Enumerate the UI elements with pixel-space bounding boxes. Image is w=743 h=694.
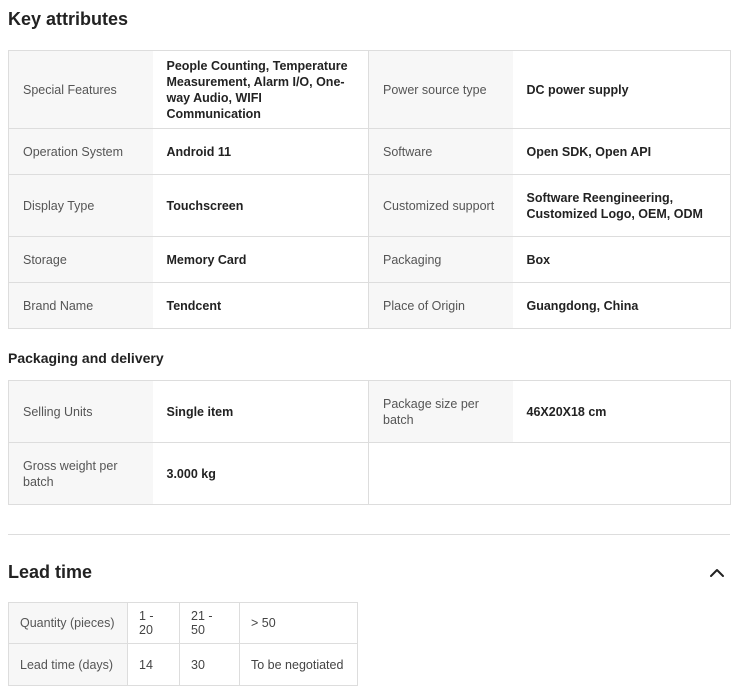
packaging-title: Packaging and delivery bbox=[8, 350, 164, 366]
attribute-row: Brand Name Tendcent Place of Origin Guan… bbox=[8, 282, 731, 329]
attribute-key: Software bbox=[368, 128, 513, 175]
attribute-key: Power source type bbox=[368, 50, 513, 129]
attribute-value: Single item bbox=[152, 380, 369, 443]
attribute-row: Selling Units Single item Package size p… bbox=[8, 380, 731, 443]
lead-time-table: Quantity (pieces) 1 - 20 21 - 50 > 50 Le… bbox=[8, 602, 358, 686]
quantity-label: Quantity (pieces) bbox=[8, 602, 128, 644]
attribute-value: Guangdong, China bbox=[512, 282, 731, 329]
attribute-row: Display Type Touchscreen Customized supp… bbox=[8, 174, 731, 237]
lead-time-days-row: Lead time (days) 14 30 To be negotiated bbox=[8, 643, 358, 686]
attribute-key: Storage bbox=[8, 236, 153, 283]
attribute-row: Storage Memory Card Packaging Box bbox=[8, 236, 731, 283]
attribute-value: Software Reengineering, Customized Logo,… bbox=[512, 174, 731, 237]
attribute-value: DC power supply bbox=[512, 50, 731, 129]
attribute-value: 46X20X18 cm bbox=[512, 380, 731, 443]
quantity-range: > 50 bbox=[239, 602, 358, 644]
attribute-key: Brand Name bbox=[8, 282, 153, 329]
attribute-value: People Counting, Temperature Measurement… bbox=[152, 50, 369, 129]
attribute-value: Open SDK, Open API bbox=[512, 128, 731, 175]
attribute-value: Android 11 bbox=[152, 128, 369, 175]
attribute-key: Place of Origin bbox=[368, 282, 513, 329]
attribute-key: Customized support bbox=[368, 174, 513, 237]
quantity-range: 21 - 50 bbox=[179, 602, 240, 644]
section-divider bbox=[8, 534, 730, 535]
lead-time-value: 14 bbox=[127, 643, 180, 686]
attribute-value: 3.000 kg bbox=[152, 442, 369, 505]
attribute-row: Operation System Android 11 Software Ope… bbox=[8, 128, 731, 175]
packaging-table: Selling Units Single item Package size p… bbox=[8, 380, 731, 505]
attribute-value: Memory Card bbox=[152, 236, 369, 283]
lead-time-value: 30 bbox=[179, 643, 240, 686]
chevron-up-icon[interactable] bbox=[708, 566, 726, 580]
attribute-value: Touchscreen bbox=[152, 174, 369, 237]
attribute-row: Gross weight per batch 3.000 kg bbox=[8, 442, 731, 505]
attribute-key: Package size per batch bbox=[368, 380, 513, 443]
lead-time-value: To be negotiated bbox=[239, 643, 358, 686]
lead-time-quantity-row: Quantity (pieces) 1 - 20 21 - 50 > 50 bbox=[8, 602, 358, 644]
attribute-key: Display Type bbox=[8, 174, 153, 237]
attribute-row: Special Features People Counting, Temper… bbox=[8, 50, 731, 129]
lead-time-label: Lead time (days) bbox=[8, 643, 128, 686]
lead-time-title: Lead time bbox=[8, 562, 93, 582]
attribute-key: Gross weight per batch bbox=[8, 442, 153, 505]
attribute-key: Packaging bbox=[368, 236, 513, 283]
attribute-value: Box bbox=[512, 236, 731, 283]
attribute-key: Selling Units bbox=[8, 380, 153, 443]
attribute-key: Operation System bbox=[8, 128, 153, 175]
attribute-value: Tendcent bbox=[152, 282, 369, 329]
empty-cell bbox=[368, 442, 731, 505]
attribute-key: Special Features bbox=[8, 50, 153, 129]
key-attributes-table: Special Features People Counting, Temper… bbox=[8, 50, 731, 329]
key-attributes-title: Key attributes bbox=[8, 9, 129, 29]
quantity-range: 1 - 20 bbox=[127, 602, 180, 644]
